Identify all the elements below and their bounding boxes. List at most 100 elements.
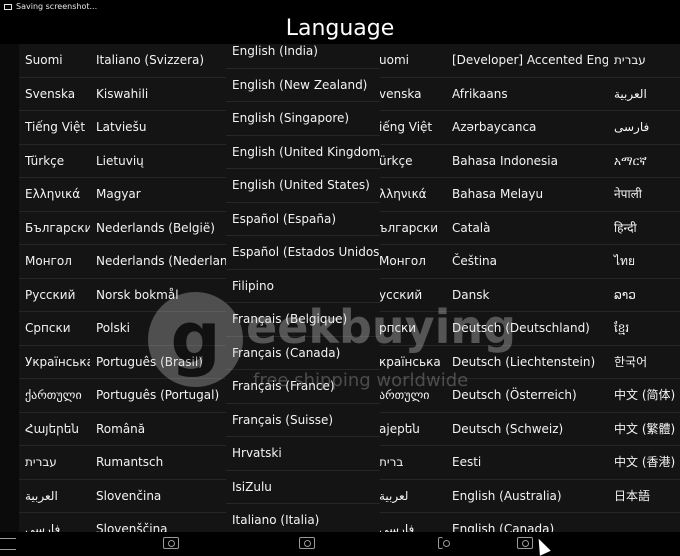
language-option[interactable]: नेपाली	[608, 178, 680, 212]
language-option[interactable]: English (Australia)	[446, 480, 608, 513]
language-option[interactable]: Français (France)	[226, 370, 380, 404]
language-option[interactable]: Azərbaycanca	[446, 111, 608, 145]
language-option[interactable]: Afrikaans	[446, 78, 608, 111]
language-option[interactable]: Deutsch (Deutschland)	[446, 312, 608, 346]
language-option[interactable]: ајерեն	[380, 413, 446, 446]
language-option[interactable]: Tiếng Việt	[19, 111, 90, 145]
language-option[interactable]: لعربية	[380, 480, 446, 513]
language-option[interactable]: Монгол	[380, 245, 446, 279]
language-option[interactable]: हिन्दी	[608, 212, 680, 245]
language-option[interactable]: Bahasa Indonesia	[446, 145, 608, 178]
language-option[interactable]: Norsk bokmål	[90, 279, 226, 312]
language-option[interactable]: Català	[446, 212, 608, 245]
language-option[interactable]: Latviešu	[90, 111, 226, 145]
language-option[interactable]: Türkçe	[19, 145, 90, 178]
language-option[interactable]: Magyar	[90, 178, 226, 212]
language-option[interactable]: Español (España)	[226, 203, 380, 236]
language-option[interactable]: Rumantsch	[90, 446, 226, 480]
language-option[interactable]: Português (Brasil)	[90, 346, 226, 379]
language-option[interactable]: Bahasa Melayu	[446, 178, 608, 212]
language-option[interactable]: ລາວ	[608, 279, 680, 312]
language-option[interactable]: [Developer] Accented English	[446, 44, 608, 78]
language-option[interactable]: فارسی	[608, 111, 680, 145]
language-option[interactable]: Български	[19, 212, 90, 245]
language-option[interactable]: усский	[380, 279, 446, 312]
language-option[interactable]: Eesti	[446, 446, 608, 480]
language-option[interactable]: Հայերեն	[19, 413, 90, 446]
screenshot-icon[interactable]	[517, 537, 533, 549]
language-option[interactable]: English (United Kingdom)	[226, 136, 380, 169]
language-option[interactable]: Română	[90, 413, 226, 446]
language-option[interactable]: Français (Belgique)	[226, 303, 380, 337]
language-option[interactable]: ខ្មែរ	[608, 312, 680, 346]
language-option[interactable]: Dansk	[446, 279, 608, 312]
language-option[interactable]: IsiZulu	[226, 471, 380, 504]
language-option[interactable]: Hrvatski	[226, 437, 380, 471]
language-option[interactable]: Kiswahili	[90, 78, 226, 111]
screenshot-icon[interactable]	[438, 537, 450, 549]
language-option[interactable]: 中文 (香港)	[608, 446, 680, 480]
language-option[interactable]: λληνικά	[380, 178, 446, 212]
navigation-bar	[0, 532, 680, 556]
language-option[interactable]: Српски	[19, 312, 90, 346]
language-option[interactable]: עברית	[19, 446, 90, 480]
language-option[interactable]: Čeština	[446, 245, 608, 279]
language-option[interactable]: Deutsch (Österreich)	[446, 379, 608, 413]
language-option[interactable]: 中文 (繁體)	[608, 413, 680, 446]
language-option[interactable]: Italiano (Svizzera)	[90, 44, 226, 78]
language-option[interactable]: Deutsch (Liechtenstein)	[446, 346, 608, 379]
language-option[interactable]: Français (Suisse)	[226, 404, 380, 437]
status-bar: Saving screenshot...	[0, 0, 680, 13]
language-option[interactable]: فارسی	[380, 513, 446, 532]
language-option[interactable]: ългарски	[380, 212, 446, 245]
language-option[interactable]: ürkçe	[380, 145, 446, 178]
language-option[interactable]: 中文 (简体)	[608, 379, 680, 413]
language-option[interactable]: עברית	[608, 44, 680, 78]
language-option[interactable]: English (Singapore)	[226, 102, 380, 136]
screenshot-icon[interactable]	[163, 537, 179, 549]
screenshot-icon[interactable]	[299, 537, 315, 549]
language-option[interactable]: venska	[380, 78, 446, 111]
language-option[interactable]: English (India)	[226, 44, 380, 69]
language-option[interactable]: Filipino	[226, 270, 380, 303]
language-option[interactable]: Deutsch (Schweiz)	[446, 413, 608, 446]
language-option[interactable]: Español (Estados Unidos)	[226, 236, 380, 270]
language-option[interactable]: English (United States)	[226, 169, 380, 203]
language-option[interactable]: Polski	[90, 312, 226, 346]
language-option[interactable]: ברית	[380, 446, 446, 480]
language-option[interactable]: країнська	[380, 346, 446, 379]
language-option[interactable]: Українська	[19, 346, 90, 379]
language-option[interactable]: العربية	[608, 78, 680, 111]
language-option[interactable]: 한국어	[608, 346, 680, 379]
language-option[interactable]: Suomi	[19, 44, 90, 78]
language-option[interactable]: English (New Zealand)	[226, 69, 380, 102]
language-option[interactable]: Ελληνικά	[19, 178, 90, 212]
language-option[interactable]: ართული	[380, 379, 446, 413]
language-option[interactable]: العربية	[19, 480, 90, 513]
language-option[interactable]: Nederlands (België)	[90, 212, 226, 245]
page-title: Language	[0, 13, 680, 44]
language-option[interactable]: iếng Việt	[380, 111, 446, 145]
language-option[interactable]: Slovenčina	[90, 480, 226, 513]
language-column-6: עברית العربية فارسی አማርኛ नेपाली हिन्दी ไทย ລາວខ…	[608, 44, 680, 532]
language-option[interactable]: Русский	[19, 279, 90, 312]
language-option[interactable]: Lietuvių	[90, 145, 226, 178]
language-option[interactable]: አማርኛ	[608, 145, 680, 178]
language-option[interactable]: Nederlands (Nederland)	[90, 245, 226, 279]
language-option[interactable]: рпски	[380, 312, 446, 346]
language-option[interactable]	[608, 513, 680, 532]
language-option[interactable]: ქართული	[19, 379, 90, 413]
language-option[interactable]: Italiano (Italia)	[226, 504, 380, 532]
language-option[interactable]: فارسی	[19, 513, 90, 532]
nav-left-icon[interactable]	[0, 538, 16, 550]
language-option[interactable]: Português (Portugal)	[90, 379, 226, 413]
language-option[interactable]: English (Canada)	[446, 513, 608, 532]
language-option[interactable]: Slovenščina	[90, 513, 226, 532]
language-option[interactable]: Монгол	[19, 245, 90, 279]
language-option[interactable]: ไทย	[608, 245, 680, 279]
language-option[interactable]: Français (Canada)	[226, 337, 380, 370]
language-option[interactable]: Svenska	[19, 78, 90, 111]
language-column-2: Italiano (Svizzera) Kiswahili Latviešu Liet…	[90, 44, 226, 532]
language-option[interactable]: uomi	[380, 44, 446, 78]
language-option[interactable]: 日本語	[608, 480, 680, 513]
